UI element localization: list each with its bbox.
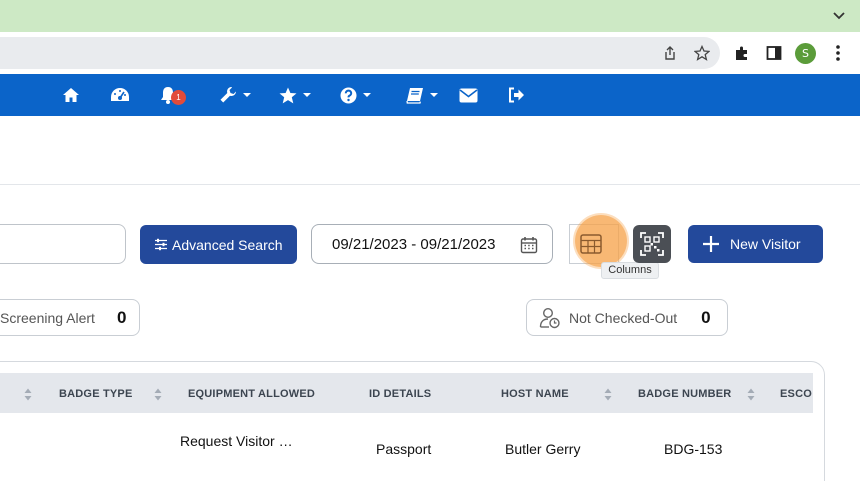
cell-equipment-allowed: Request Visitor … — [180, 433, 293, 449]
app-root: S 1 Advanced Search 09/21/2023 - 09/21/2… — [0, 0, 860, 481]
sidebar-icon[interactable] — [766, 45, 782, 61]
chevron-down-icon — [303, 93, 311, 97]
puzzle-extension-icon[interactable] — [734, 45, 750, 61]
nav-dashboard[interactable] — [110, 84, 130, 106]
share-icon[interactable] — [662, 45, 678, 61]
cell-badge-number: BDG-153 — [664, 441, 723, 457]
header-divider — [0, 184, 860, 185]
star-icon — [279, 87, 297, 103]
sort-icon[interactable] — [747, 388, 755, 401]
column-header-badge-number[interactable]: BADGE NUMBER — [638, 388, 731, 400]
chevron-down-icon — [363, 93, 371, 97]
screening-alert-label: Screening Alert — [0, 309, 95, 326]
chevron-down-icon — [430, 93, 438, 97]
search-input[interactable] — [0, 224, 126, 264]
chevron-down-icon — [243, 93, 251, 97]
date-range-value: 09/21/2023 - 09/21/2023 — [332, 235, 496, 253]
envelope-icon — [459, 88, 478, 102]
sliders-icon — [155, 238, 167, 251]
dashboard-gauge-icon — [111, 88, 129, 101]
plus-icon — [703, 236, 719, 252]
user-clock-icon — [539, 307, 560, 328]
screening-alert-count: 0 — [116, 307, 127, 327]
browser-tab-strip — [0, 0, 860, 32]
sort-icon[interactable] — [154, 388, 162, 401]
profile-avatar[interactable]: S — [795, 43, 816, 64]
qr-code-icon — [640, 232, 664, 256]
calendar-icon[interactable] — [520, 236, 538, 254]
table-columns-icon[interactable] — [580, 234, 602, 254]
new-visitor-button[interactable]: New Visitor — [688, 225, 823, 263]
nav-book[interactable] — [406, 84, 438, 106]
qr-scan-button[interactable] — [633, 225, 671, 263]
advanced-search-button[interactable]: Advanced Search — [140, 225, 297, 264]
sort-icon[interactable] — [604, 388, 612, 401]
column-header-badge-type[interactable]: BADGE TYPE — [59, 388, 133, 400]
nav-home[interactable] — [62, 84, 80, 106]
cell-id-details: Passport — [376, 441, 432, 457]
notification-count-badge: 1 — [171, 90, 186, 105]
column-header-host-name[interactable]: HOST NAME — [501, 388, 569, 400]
browser-toolbar: S — [0, 32, 860, 74]
nav-logout[interactable] — [508, 84, 525, 106]
home-icon — [63, 88, 79, 102]
nav-favorites[interactable] — [279, 84, 311, 106]
cell-host-name: Butler Gerry — [505, 441, 581, 457]
nav-messages[interactable] — [459, 84, 478, 106]
not-checked-out-card[interactable]: Not Checked-Out 0 — [526, 299, 728, 336]
column-header-equipment-allowed[interactable]: EQUIPMENT ALLOWED — [188, 388, 315, 400]
wrench-icon — [220, 87, 236, 103]
nav-help[interactable] — [340, 84, 371, 106]
address-bar[interactable] — [0, 37, 720, 69]
screening-alert-card[interactable]: Screening Alert 0 — [0, 299, 140, 336]
app-nav-bar — [0, 74, 860, 116]
star-icon[interactable] — [694, 45, 710, 61]
columns-tooltip: Columns — [601, 262, 659, 279]
date-range-picker[interactable]: 09/21/2023 - 09/21/2023 — [311, 224, 553, 264]
new-visitor-label: New Visitor — [730, 236, 801, 252]
not-checked-out-label: Not Checked-Out — [569, 309, 678, 326]
nav-tools[interactable] — [219, 84, 251, 106]
sign-out-icon — [509, 87, 524, 103]
sort-icon[interactable] — [24, 388, 32, 401]
column-header-escort[interactable]: ESCO — [780, 388, 812, 400]
book-icon — [406, 87, 423, 104]
chevron-down-icon[interactable] — [832, 8, 846, 22]
more-vert-icon[interactable] — [835, 44, 841, 62]
help-icon — [340, 87, 357, 103]
column-header-id-details[interactable]: ID DETAILS — [369, 388, 431, 400]
advanced-search-label: Advanced Search — [172, 236, 283, 253]
not-checked-out-count: 0 — [701, 307, 711, 327]
